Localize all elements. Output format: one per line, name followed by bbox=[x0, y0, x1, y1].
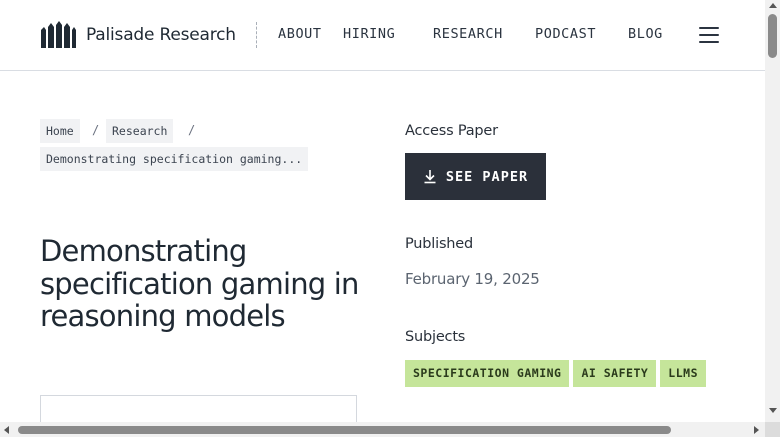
nav-about[interactable]: ABOUT bbox=[278, 26, 322, 42]
see-paper-label: SEE PAPER bbox=[445, 168, 529, 185]
tag-specification-gaming[interactable]: SPECIFICATION GAMING bbox=[405, 360, 570, 387]
vertical-scroll-thumb[interactable] bbox=[768, 14, 777, 58]
scroll-right-arrow-icon[interactable] bbox=[754, 426, 759, 434]
published-label: Published bbox=[405, 236, 474, 252]
access-paper-label: Access Paper bbox=[405, 123, 498, 139]
subject-tags: SPECIFICATION GAMING AI SAFETY LLMS bbox=[405, 360, 706, 387]
subjects-label: Subjects bbox=[405, 329, 466, 345]
download-icon bbox=[424, 170, 436, 184]
horizontal-scroll-thumb[interactable] bbox=[18, 426, 671, 434]
page-title: Demonstrating specification gaming in re… bbox=[40, 234, 359, 333]
published-date: February 19, 2025 bbox=[405, 270, 540, 288]
nav-research[interactable]: RESEARCH bbox=[433, 26, 503, 42]
see-paper-button[interactable]: SEE PAPER bbox=[405, 153, 546, 200]
hamburger-menu-icon[interactable] bbox=[699, 27, 719, 43]
tag-llms[interactable]: LLMS bbox=[660, 360, 706, 387]
tag-ai-safety[interactable]: AI SAFETY bbox=[573, 360, 657, 387]
scroll-down-arrow-icon[interactable] bbox=[769, 408, 777, 413]
nav-podcast[interactable]: PODCAST bbox=[535, 26, 596, 42]
vertical-scrollbar[interactable] bbox=[765, 0, 780, 422]
breadcrumb-current: Demonstrating specification gaming... bbox=[40, 147, 309, 171]
header-divider bbox=[256, 22, 257, 48]
breadcrumb-home[interactable]: Home bbox=[40, 119, 80, 143]
breadcrumb-research[interactable]: Research bbox=[106, 119, 174, 143]
scroll-up-arrow-icon[interactable] bbox=[769, 3, 777, 8]
scrollbar-corner bbox=[765, 422, 780, 437]
nav-hiring[interactable]: HIRING bbox=[343, 26, 395, 42]
breadcrumb-separator: / bbox=[92, 123, 100, 137]
scroll-left-arrow-icon[interactable] bbox=[4, 426, 9, 434]
logo-link[interactable]: Palisade Research bbox=[40, 21, 236, 49]
palisade-fence-icon bbox=[41, 21, 76, 48]
nav-blog[interactable]: BLOG bbox=[628, 26, 663, 42]
logo-text: Palisade Research bbox=[86, 25, 236, 45]
horizontal-scrollbar[interactable] bbox=[0, 422, 765, 437]
site-header: Palisade Research ABOUT HIRING RESEARCH … bbox=[0, 0, 765, 71]
breadcrumb-separator: / bbox=[188, 123, 196, 137]
